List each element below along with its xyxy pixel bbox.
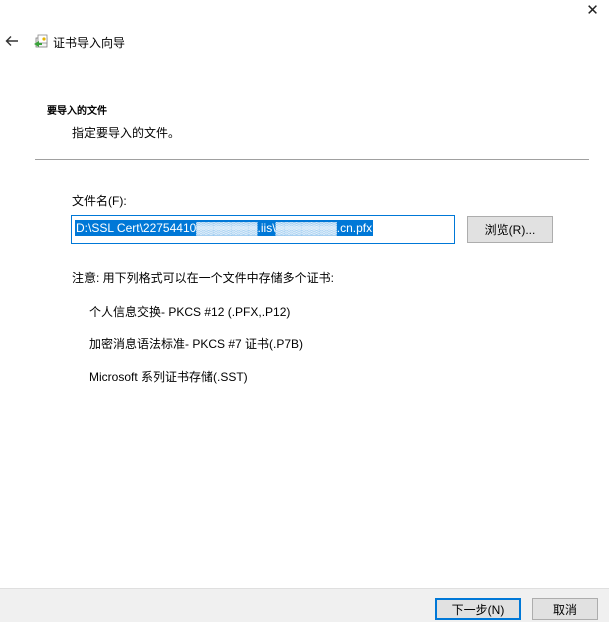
filename-input[interactable]: D:\SSL Cert\22754410▓▓▓▓▓▓▓.iis\▓▓▓▓▓▓▓.…	[71, 215, 455, 244]
close-button[interactable]: ✕	[576, 0, 609, 20]
note-label: 注意: 用下列格式可以在一个文件中存储多个证书:	[72, 271, 335, 285]
filename-value: D:\SSL Cert\22754410▓▓▓▓▓▓▓.iis\▓▓▓▓▓▓▓.…	[75, 220, 374, 236]
format-item-pfx: 个人信息交换- PKCS #12 (.PFX,.P12)	[89, 305, 291, 319]
section-description: 指定要导入的文件。	[72, 126, 181, 140]
format-item-sst: Microsoft 系列证书存储(.SST)	[89, 370, 248, 384]
format-item-p7b: 加密消息语法标准- PKCS #7 证书(.P7B)	[89, 337, 304, 351]
header-divider	[35, 159, 589, 160]
close-icon: ✕	[586, 2, 599, 19]
wizard-title: 证书导入向导	[53, 36, 126, 50]
cancel-button[interactable]: 取消	[532, 598, 598, 620]
section-heading: 要导入的文件	[47, 106, 107, 117]
browse-button[interactable]: 浏览(R)...	[467, 216, 553, 243]
filename-label: 文件名(F):	[72, 194, 127, 208]
back-arrow-icon	[5, 36, 18, 46]
certificate-wizard-icon	[34, 34, 48, 48]
back-button[interactable]	[2, 32, 22, 50]
next-button[interactable]: 下一步(N)	[435, 598, 521, 620]
